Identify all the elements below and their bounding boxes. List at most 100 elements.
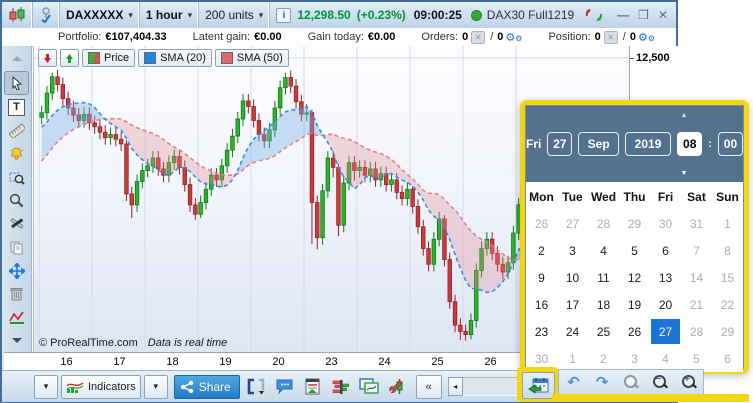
chart-style-button[interactable] — [2, 2, 33, 28]
calendar-day[interactable]: 3 — [619, 345, 650, 372]
undo-button[interactable]: ↶ — [562, 372, 584, 392]
trading-options-button[interactable] — [386, 376, 408, 398]
calendar-day[interactable]: 25 — [588, 318, 619, 345]
calendar-day[interactable]: 21 — [681, 291, 712, 318]
info-icon[interactable]: i — [276, 8, 291, 23]
copy-tool-button[interactable] — [5, 237, 28, 258]
calendar-day[interactable]: 24 — [557, 318, 588, 345]
detach-window-button[interactable] — [246, 376, 268, 398]
legend-item-price[interactable]: Price — [82, 49, 135, 67]
zoom-tool-button[interactable] — [5, 190, 28, 211]
year-field[interactable]: 2019 — [625, 132, 671, 156]
month-field[interactable]: Sep — [578, 132, 618, 156]
indicators-button[interactable]: Indicators — [61, 375, 141, 399]
tools-button[interactable] — [5, 213, 28, 234]
maximize-button[interactable]: ❒ — [638, 8, 649, 22]
calendar-day[interactable]: 28 — [681, 318, 712, 345]
calendar-day[interactable]: 8 — [712, 237, 743, 264]
ruler-tool-button[interactable] — [5, 120, 28, 141]
minimize-button[interactable]: — — [617, 8, 629, 22]
scroll-left-button[interactable]: ◂ — [448, 377, 463, 396]
hour-spin-up-icon[interactable]: ▲ — [672, 112, 696, 119]
hour-spin-down-icon[interactable]: ▼ — [672, 170, 696, 177]
calendar-day[interactable]: 17 — [557, 291, 588, 318]
text-tool-button[interactable]: T — [5, 97, 28, 118]
calendar-day[interactable]: 1 — [712, 210, 743, 237]
workspaces-button[interactable] — [358, 376, 380, 398]
alert-tool-button[interactable] — [5, 143, 28, 164]
calendar-day-selected[interactable]: 27 — [650, 318, 681, 345]
zoom-reset-button[interactable] — [620, 372, 642, 392]
close-position-button[interactable]: ✕ — [604, 31, 618, 44]
calendar-day[interactable]: 11 — [588, 264, 619, 291]
legend-item-sma20[interactable]: SMA (20) — [138, 49, 212, 67]
refresh-icon[interactable] — [584, 7, 604, 23]
calendar-day[interactable]: 15 — [712, 264, 743, 291]
calendar-day[interactable]: 29 — [712, 318, 743, 345]
minute-field[interactable]: 00 — [718, 132, 743, 156]
calendar-day[interactable]: 9 — [526, 264, 557, 291]
day-field[interactable]: 27 — [547, 132, 572, 156]
delete-tool-button[interactable] — [5, 283, 28, 304]
calendar-day[interactable]: 3 — [557, 237, 588, 264]
units-selector[interactable]: 200 units ▾ — [199, 2, 270, 28]
buy-order-button[interactable] — [60, 49, 79, 67]
zoom-out-button[interactable]: − — [649, 372, 671, 392]
cancel-orders-button[interactable]: ✕ — [471, 31, 485, 44]
calendar-day[interactable]: 20 — [650, 291, 681, 318]
indicators-dropdown[interactable]: ▾ — [144, 375, 168, 399]
calendar-day[interactable]: 29 — [619, 210, 650, 237]
zoom-area-tool-button[interactable] — [5, 167, 28, 188]
pointer-tool-button[interactable] — [4, 71, 29, 94]
position-settings-icon[interactable]: ⚙⚙ — [638, 31, 655, 44]
calendar-day[interactable]: 1 — [557, 345, 588, 372]
link-pin-button[interactable] — [33, 2, 60, 28]
collapse-toolbar-button[interactable]: « — [416, 375, 442, 399]
calendar-day[interactable]: 7 — [681, 237, 712, 264]
calendar-day[interactable]: 5 — [681, 345, 712, 372]
zoom-in-button[interactable]: + — [678, 372, 700, 392]
calendar-day[interactable]: 13 — [650, 264, 681, 291]
calendar-day[interactable]: 14 — [681, 264, 712, 291]
goto-date-button[interactable] — [522, 372, 555, 399]
calendar-day[interactable]: 4 — [650, 345, 681, 372]
calendar-day[interactable]: 30 — [650, 210, 681, 237]
calendar-day[interactable]: 10 — [557, 264, 588, 291]
share-button[interactable]: Share — [174, 375, 240, 399]
calendar-day[interactable]: 5 — [619, 237, 650, 264]
calendar-day[interactable]: 12 — [619, 264, 650, 291]
calendar-day[interactable]: 23 — [526, 318, 557, 345]
calendar-day[interactable]: 2 — [526, 237, 557, 264]
calendar-day[interactable]: 6 — [650, 237, 681, 264]
sell-order-button[interactable] — [38, 49, 57, 67]
calendar-day[interactable]: 22 — [712, 291, 743, 318]
instrument-selector[interactable]: DAXXXXX ▾ — [60, 2, 140, 28]
chart-type-dropdown[interactable]: ▾ — [34, 375, 58, 399]
calendar-day[interactable]: 31 — [681, 210, 712, 237]
legend-item-sma50[interactable]: SMA (50) — [215, 49, 289, 67]
calendar-day[interactable]: 4 — [588, 237, 619, 264]
orders-settings-icon[interactable]: ⚙⚙ — [505, 31, 522, 44]
scroll-down-icon[interactable] — [5, 330, 28, 351]
calendar-day[interactable]: 16 — [526, 291, 557, 318]
calendar-day[interactable]: 2 — [588, 345, 619, 372]
chat-button[interactable] — [274, 376, 296, 398]
calendar-day[interactable]: 28 — [588, 210, 619, 237]
timeframe-selector[interactable]: 1 hour ▾ — [140, 2, 199, 28]
zigzag-tool-button[interactable] — [5, 307, 28, 328]
news-button[interactable] — [302, 376, 324, 398]
calendar-day-header: Thu — [619, 190, 650, 204]
redo-button[interactable]: ↷ — [591, 372, 613, 392]
price-tick — [630, 58, 634, 59]
hour-field[interactable]: 08 — [677, 132, 702, 156]
calendar-day[interactable]: 6 — [712, 345, 743, 372]
close-button[interactable]: ✕ — [658, 8, 668, 22]
calendar-day[interactable]: 18 — [588, 291, 619, 318]
scroll-up-icon[interactable] — [5, 48, 28, 69]
calendar-day[interactable]: 27 — [557, 210, 588, 237]
calendar-day[interactable]: 26 — [619, 318, 650, 345]
calendar-day[interactable]: 26 — [526, 210, 557, 237]
orderbook-button[interactable] — [330, 376, 352, 398]
move-tool-button[interactable] — [5, 260, 28, 281]
calendar-day[interactable]: 19 — [619, 291, 650, 318]
